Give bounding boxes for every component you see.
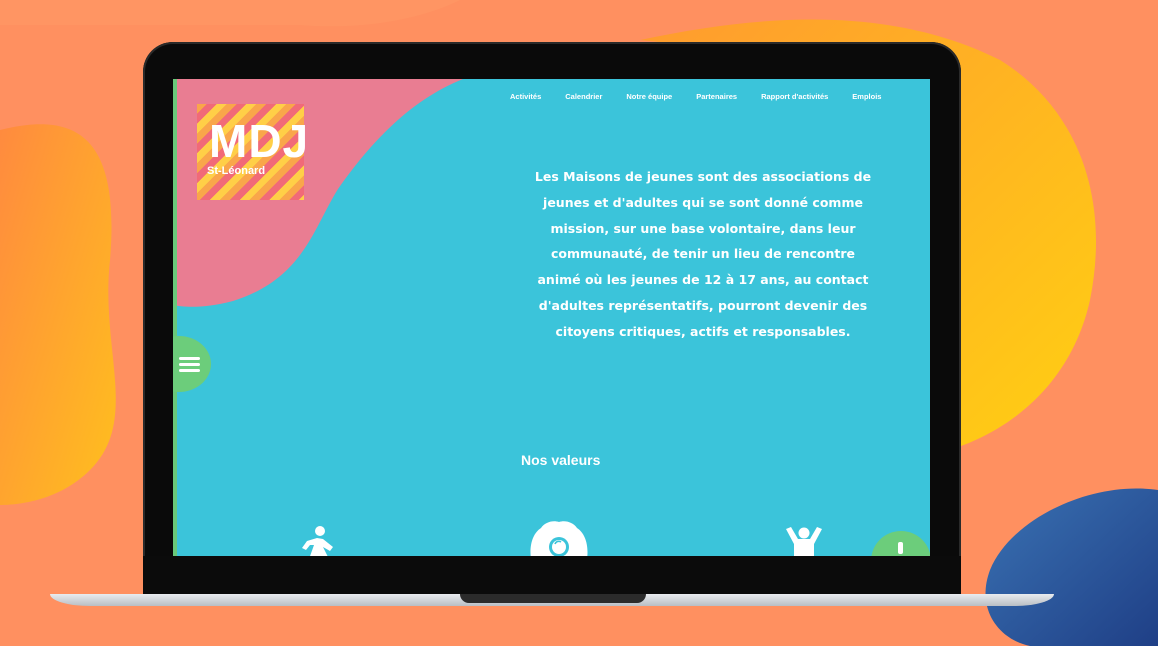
brain-lightbulb-icon xyxy=(530,521,588,556)
help-button[interactable] xyxy=(871,531,930,556)
running-person-icon xyxy=(302,526,333,556)
intro-paragraph: Les Maisons de jeunes sont des associati… xyxy=(534,169,872,339)
nav-item-activites[interactable]: Activités xyxy=(510,92,541,101)
logo-sub-text: St-Léonard xyxy=(207,165,266,177)
cheering-person-icon xyxy=(786,527,822,556)
hamburger-line xyxy=(179,369,200,372)
green-edge xyxy=(173,79,177,556)
values-heading: Nos valeurs xyxy=(521,452,601,468)
logo-main-text: MDJ xyxy=(209,115,310,167)
laptop-notch xyxy=(460,594,646,603)
nav-item-partenaires[interactable]: Partenaires xyxy=(696,92,737,101)
nav-item-rapport[interactable]: Rapport d'activités xyxy=(761,92,828,101)
nav-item-calendrier[interactable]: Calendrier xyxy=(565,92,602,101)
main-nav: Activités Calendrier Notre équipe Parten… xyxy=(510,92,905,101)
website-screen: MDJ St-Léonard Activités Calendrier Notr… xyxy=(173,79,930,556)
exclamation-icon xyxy=(898,542,903,554)
nav-item-equipe[interactable]: Notre équipe xyxy=(626,92,672,101)
laptop-bezel-bottom xyxy=(143,556,961,596)
mdj-logo[interactable]: MDJ St-Léonard xyxy=(197,104,308,200)
menu-button[interactable] xyxy=(173,336,211,392)
nav-item-emplois[interactable]: Emplois xyxy=(852,92,881,101)
hamburger-line xyxy=(179,363,200,366)
hamburger-icon xyxy=(179,357,200,360)
